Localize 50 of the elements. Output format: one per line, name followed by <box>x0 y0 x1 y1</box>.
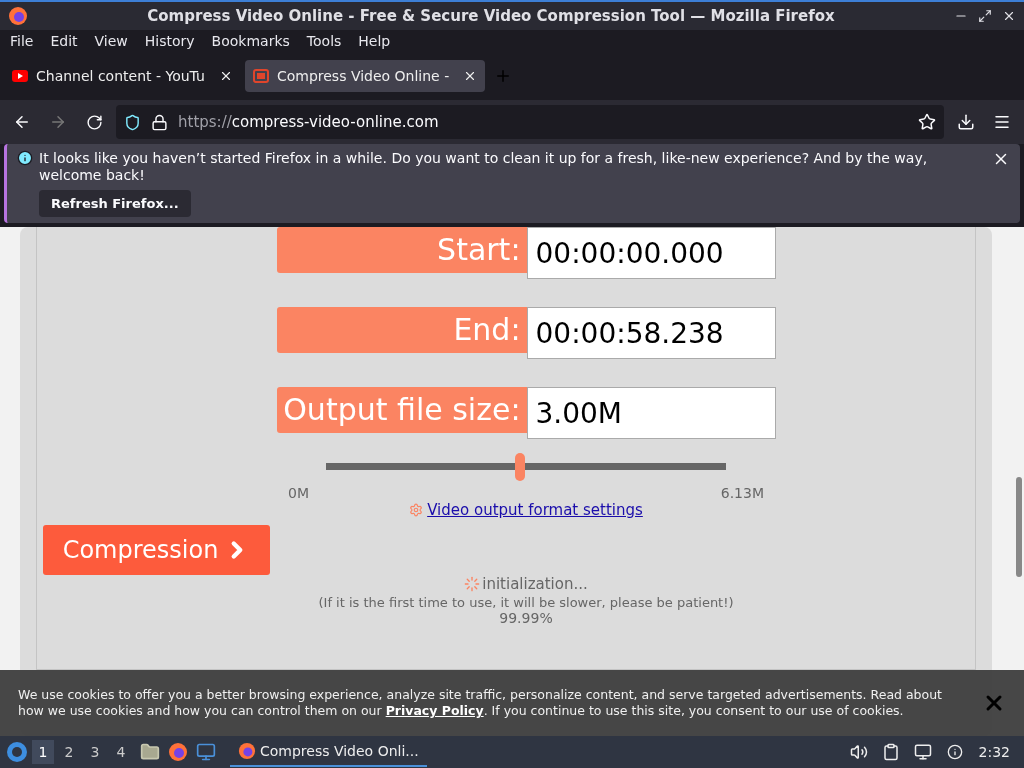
menu-item[interactable]: Edit <box>44 33 84 49</box>
progress-text: 99.99% <box>499 610 553 626</box>
info-icon <box>17 150 33 166</box>
menu-item[interactable]: Tools <box>300 33 348 49</box>
menu-item[interactable]: View <box>88 33 134 49</box>
lock-icon <box>151 113 168 131</box>
cookie-message: We use cookies to offer you a better browsing experience, analyze site traffic, personalize content, and serve targeted advertisements. Read about how we use cookies and how you can control them on our Privacy Policy. If you continue to use this site, you consent to our use of cookies. <box>18 687 944 719</box>
video-icon <box>252 69 269 83</box>
shield-icon <box>124 113 141 131</box>
input-field[interactable]: 00:00:00.000 <box>526 227 776 279</box>
firefox-logo-icon[interactable] <box>168 742 188 762</box>
start-menu-icon[interactable] <box>6 741 28 763</box>
browser-tab[interactable]: Compress Video Online - <box>244 60 486 92</box>
max-label: 6.13M <box>720 485 764 501</box>
menu-item[interactable]: Bookmarks <box>205 33 296 49</box>
note-text: (If it is the first time to use, it will be slower, please be patient!) <box>318 595 734 610</box>
status-text: initialization... <box>482 575 588 593</box>
privacy-policy-link[interactable]: Privacy Policy <box>385 703 484 718</box>
url-text: https://compress-video-online.com <box>178 113 439 131</box>
maximize-icon[interactable] <box>978 9 992 23</box>
workspace-button[interactable]: 3 <box>84 740 106 764</box>
refresh-button[interactable]: Refresh Firefox... <box>39 190 191 217</box>
gear-icon <box>409 503 424 517</box>
min-label: 0M <box>288 485 309 501</box>
field-label: Output file size: <box>276 387 527 433</box>
field-label: End: <box>276 307 527 353</box>
firefox-logo-icon <box>238 742 256 760</box>
spinner-icon <box>464 576 481 592</box>
firefox-logo-icon <box>8 6 28 26</box>
scrollbar-thumb[interactable] <box>1016 477 1022 577</box>
close-icon[interactable] <box>1002 9 1016 23</box>
play-icon <box>12 70 28 82</box>
settings-link[interactable]: Video output format settings <box>427 501 643 519</box>
notification-message: It looks like you haven’t started Firefox in a while. Do you want to clean it up for a fresh, like-new experience? And by the way, welcome back! <box>39 150 929 184</box>
taskbar-task[interactable]: Compress Video Onli... <box>230 737 427 767</box>
address-bar[interactable]: https://compress-video-online.com <box>116 105 944 139</box>
bookmark-star-icon[interactable] <box>918 113 936 131</box>
browser-tab[interactable]: Channel content - YouTu <box>4 60 241 92</box>
field-label: Start: <box>276 227 527 273</box>
clock: 2:32 <box>978 744 1010 760</box>
workspace-button[interactable]: 1 <box>32 740 54 764</box>
workspace-button[interactable]: 2 <box>58 740 80 764</box>
window-title: Compress Video Online - Free & Secure Video Compression Tool — Mozilla Firefox <box>146 7 836 25</box>
menu-item[interactable]: File <box>4 33 40 49</box>
input-field[interactable]: 3.00M <box>526 387 776 439</box>
slider-thumb[interactable] <box>515 453 525 481</box>
menu-item[interactable]: History <box>138 33 201 49</box>
input-field[interactable]: 00:00:58.238 <box>526 307 776 359</box>
menu-item[interactable]: Help <box>352 33 397 49</box>
workspace-button[interactable]: 4 <box>110 740 132 764</box>
